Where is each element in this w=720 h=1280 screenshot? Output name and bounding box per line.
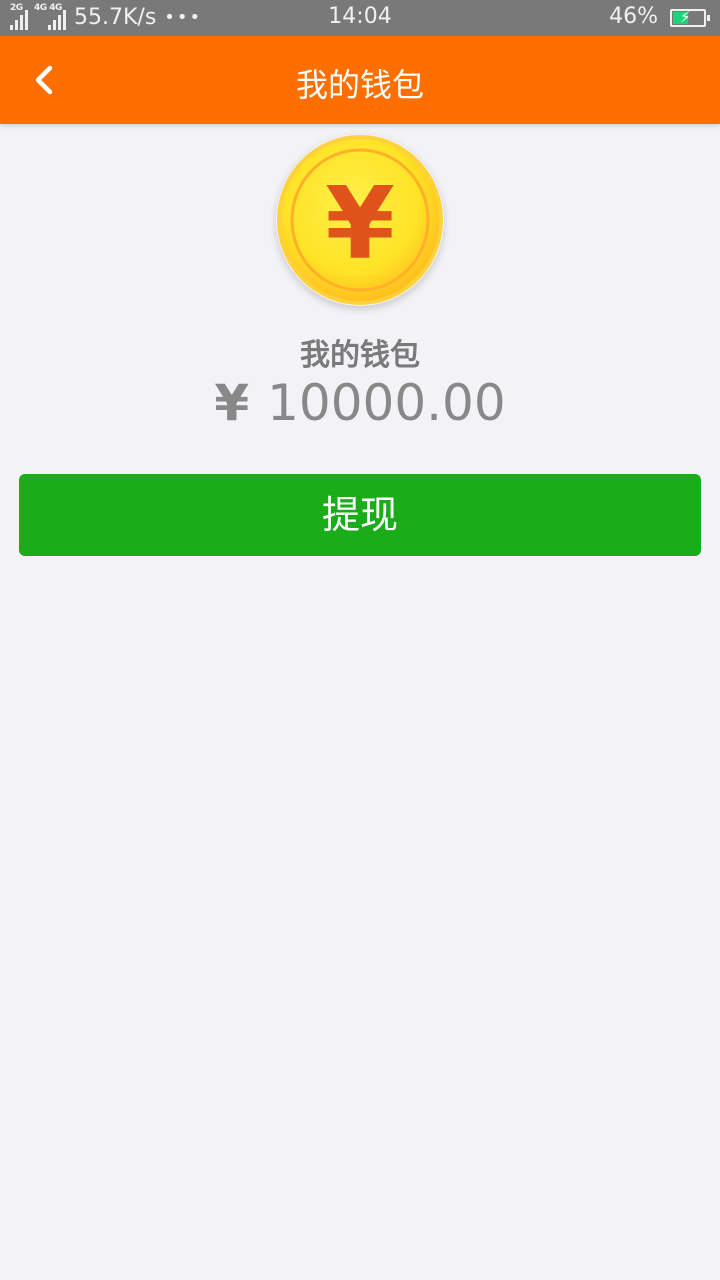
balance-amount: 10000.00 — [267, 374, 506, 432]
wallet-label: 我的钱包 — [300, 338, 420, 373]
battery-percent: 46% — [609, 4, 658, 29]
withdraw-button[interactable]: 提现 — [19, 474, 701, 556]
page-title: 我的钱包 — [295, 66, 424, 104]
yen-coin-icon: ¥ — [276, 134, 444, 306]
svg-text:¥: ¥ — [325, 165, 395, 282]
currency-symbol: ¥ — [214, 374, 250, 432]
wallet-balance: ¥10000.00 — [0, 374, 720, 432]
app-bar: 我的钱包 — [0, 36, 720, 124]
status-bar: 2G 4G 4G 55.7K/s ••• 14:04 46% ⚡ — [0, 0, 720, 36]
battery-charging-icon: ⚡ — [670, 8, 710, 27]
